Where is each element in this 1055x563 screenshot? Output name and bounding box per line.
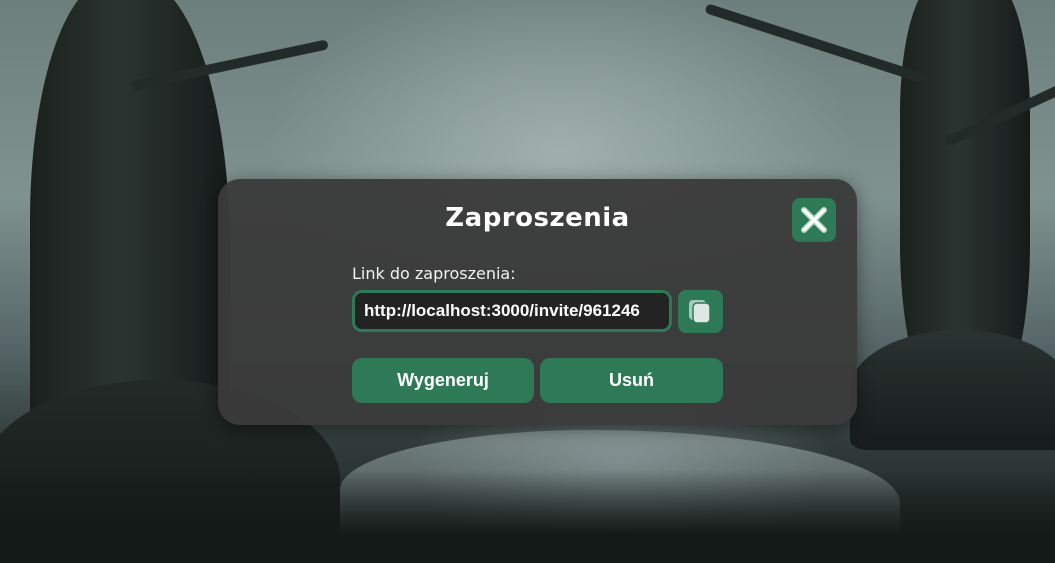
dialog-title: Zaproszenia bbox=[445, 203, 630, 233]
close-button[interactable] bbox=[792, 198, 836, 242]
copy-link-button[interactable] bbox=[678, 290, 723, 333]
invite-link-label: Link do zaproszenia: bbox=[352, 264, 516, 283]
invite-link-field[interactable] bbox=[352, 290, 672, 332]
generate-button[interactable]: Wygeneruj bbox=[352, 358, 534, 403]
copy-icon bbox=[689, 300, 711, 324]
delete-button[interactable]: Usuń bbox=[540, 358, 723, 403]
invites-dialog: Zaproszenia Link do zaproszenia: Wygener… bbox=[218, 179, 857, 425]
swamp-ground bbox=[0, 470, 1055, 563]
right-tree-roots bbox=[850, 330, 1055, 450]
close-x-icon bbox=[801, 207, 827, 233]
swamp-background: Zaproszenia Link do zaproszenia: Wygener… bbox=[0, 0, 1055, 563]
tree-branch bbox=[704, 3, 936, 87]
